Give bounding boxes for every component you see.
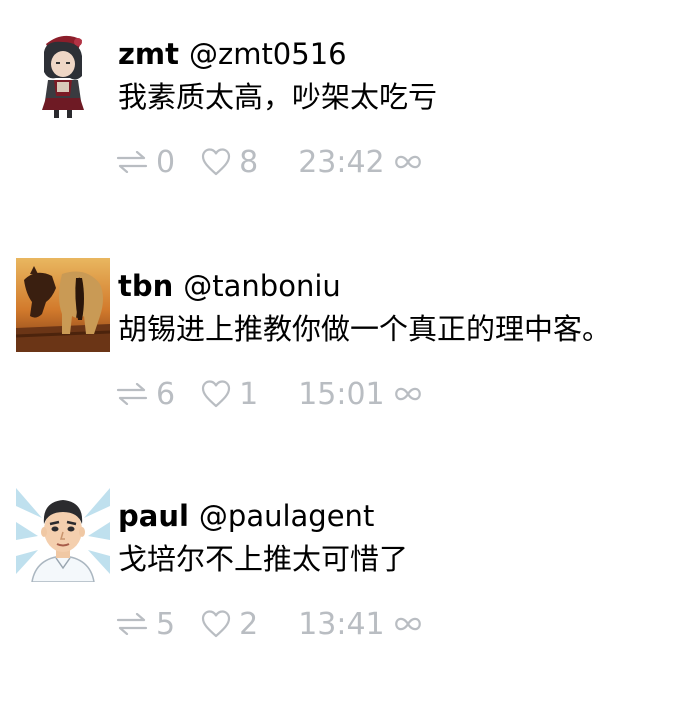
author-handle[interactable]: @tanboniu [183,269,341,303]
like-button[interactable]: 2 [201,607,258,642]
repost-count: 5 [156,606,176,642]
author-handle[interactable]: @paulagent [199,499,374,533]
post-item[interactable]: zmt @zmt0516 我素质太高，吵架太吃亏 0 8 23:42 [0,0,700,228]
author-name[interactable]: paul [118,499,189,533]
avatar[interactable] [16,488,110,582]
post-time: 23:42 [298,144,385,180]
like-button[interactable]: 1 [201,377,258,412]
post-actions: 6 1 15:01 [116,376,423,412]
author-handle[interactable]: @zmt0516 [189,37,347,71]
post-text: 我素质太高，吵架太吃亏 [118,80,438,114]
post-time-link[interactable]: 13:41 [298,607,422,642]
repost-button[interactable]: 5 [116,607,175,642]
post-time-link[interactable]: 15:01 [298,377,422,412]
post-actions: 0 8 23:42 [116,144,423,180]
repost-icon [116,151,148,173]
avatar[interactable] [16,258,110,352]
heart-icon [201,380,231,408]
repost-count: 0 [156,144,176,180]
like-count: 8 [239,144,259,180]
repost-icon [116,613,148,635]
like-button[interactable]: 8 [201,145,258,180]
post-text: 胡锡进上推教你做一个真正的理中客。 [118,312,612,346]
repost-button[interactable]: 6 [116,377,175,412]
post-item[interactable]: paul @paulagent 戈培尔不上推太可惜了 5 2 13:41 [0,462,700,690]
post-text: 戈培尔不上推太可惜了 [118,542,409,576]
like-count: 1 [239,376,259,412]
like-count: 2 [239,606,259,642]
author-name[interactable]: tbn [118,269,173,303]
post-actions: 5 2 13:41 [116,606,423,642]
post-time: 15:01 [298,376,385,412]
avatar[interactable] [16,26,110,120]
character-avatar-icon [16,26,110,120]
post-item[interactable]: tbn @tanboniu 胡锡进上推教你做一个真正的理中客。 6 1 15:01 [0,232,700,460]
cartoon-man-avatar-icon [16,488,110,582]
repost-icon [116,383,148,405]
infinity-icon [393,616,423,632]
repost-count: 6 [156,376,176,412]
author-name[interactable]: zmt [118,37,179,71]
post-time: 13:41 [298,606,385,642]
heart-icon [201,610,231,638]
post-time-link[interactable]: 23:42 [298,145,422,180]
horse-sunset-avatar-icon [16,258,110,352]
infinity-icon [393,154,423,170]
repost-button[interactable]: 0 [116,145,175,180]
heart-icon [201,148,231,176]
infinity-icon [393,386,423,402]
